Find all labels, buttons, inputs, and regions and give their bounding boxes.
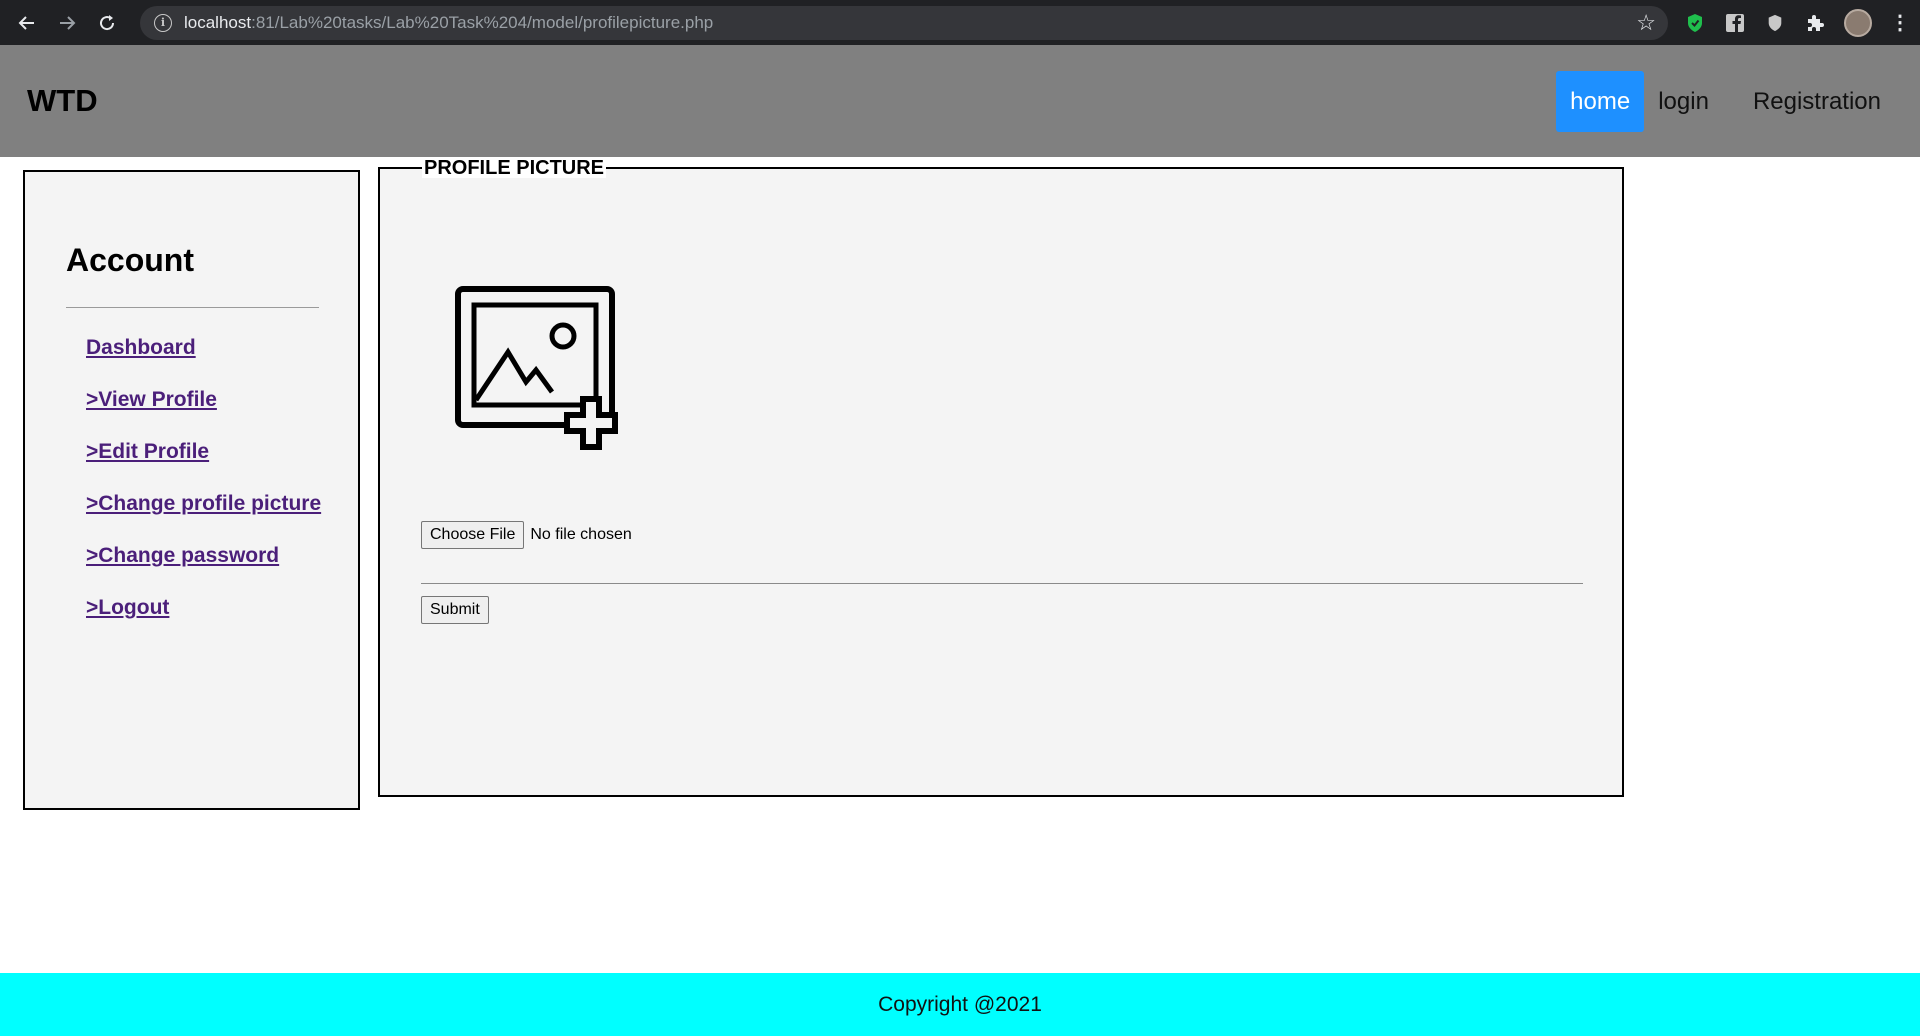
site-footer: Copyright @2021 (0, 973, 1920, 1036)
file-status-text: No file chosen (530, 526, 632, 543)
page: i localhost:81/Lab%20tasks/Lab%20Task%20… (0, 0, 1920, 1036)
browser-toolbar: i localhost:81/Lab%20tasks/Lab%20Task%20… (0, 0, 1920, 45)
shield-extension-icon[interactable] (1684, 12, 1706, 34)
sidebar-item-change-picture: >Change profile picture (86, 478, 321, 530)
profile-picture-fieldset: PROFILE PICTURE Choose File No file chos… (378, 158, 1624, 797)
facebook-extension-icon[interactable] (1724, 12, 1746, 34)
dashboard-link[interactable]: Dashboard (86, 336, 196, 360)
privacy-shield-icon[interactable] (1764, 12, 1786, 34)
change-password-link[interactable]: >Change password (86, 544, 279, 568)
sidebar-links: Dashboard >View Profile >Edit Profile >C… (86, 322, 321, 634)
url-path: :81/Lab%20tasks/Lab%20Task%204/model/pro… (251, 12, 714, 32)
account-sidebar: Account Dashboard >View Profile >Edit Pr… (23, 170, 360, 810)
reload-button[interactable] (92, 8, 122, 38)
bookmark-star-icon[interactable]: ☆ (1636, 11, 1656, 34)
submit-button[interactable]: Submit (421, 596, 489, 624)
extensions-area: ⋮ (1684, 8, 1910, 37)
reload-icon (100, 14, 115, 30)
sidebar-item-view-profile: >View Profile (86, 374, 321, 426)
copyright-text: Copyright @2021 (878, 992, 1042, 1016)
sidebar-item-dashboard: Dashboard (86, 322, 321, 374)
puzzle-extensions-icon[interactable] (1804, 12, 1826, 34)
profile-avatar[interactable] (1844, 8, 1872, 37)
file-input-row: Choose File No file chosen (421, 521, 632, 549)
back-button[interactable] (12, 8, 42, 38)
arrow-right-icon (60, 15, 76, 30)
form-divider (421, 583, 1583, 584)
view-profile-link[interactable]: >View Profile (86, 388, 217, 412)
url-host: localhost (184, 12, 252, 32)
nav-login-link[interactable]: login (1644, 71, 1723, 132)
forward-button[interactable] (52, 8, 82, 38)
sidebar-item-change-password: >Change password (86, 530, 321, 582)
sidebar-title: Account (66, 242, 194, 278)
logout-link[interactable]: >Logout (86, 596, 169, 620)
sidebar-item-logout: >Logout (86, 582, 321, 634)
add-image-icon (455, 286, 618, 450)
brand-logo: WTD (27, 83, 98, 118)
nav-home-link[interactable]: home (1556, 71, 1645, 132)
top-nav: home login Registration (1556, 71, 1895, 132)
address-bar[interactable]: i localhost:81/Lab%20tasks/Lab%20Task%20… (140, 5, 1668, 40)
choose-file-button[interactable]: Choose File (421, 521, 525, 549)
nav-registration-link[interactable]: Registration (1739, 71, 1895, 132)
site-info-icon[interactable]: i (154, 13, 172, 32)
edit-profile-link[interactable]: >Edit Profile (86, 440, 209, 464)
url-text[interactable]: localhost:81/Lab%20tasks/Lab%20Task%204/… (184, 13, 713, 33)
site-header: WTD home login Registration (0, 45, 1920, 157)
fieldset-legend: PROFILE PICTURE (422, 157, 607, 179)
sidebar-item-edit-profile: >Edit Profile (86, 426, 321, 478)
browser-menu-icon[interactable]: ⋮ (1890, 13, 1910, 33)
change-profile-picture-link[interactable]: >Change profile picture (86, 492, 321, 516)
sidebar-divider (66, 307, 319, 308)
arrow-left-icon (18, 15, 34, 30)
